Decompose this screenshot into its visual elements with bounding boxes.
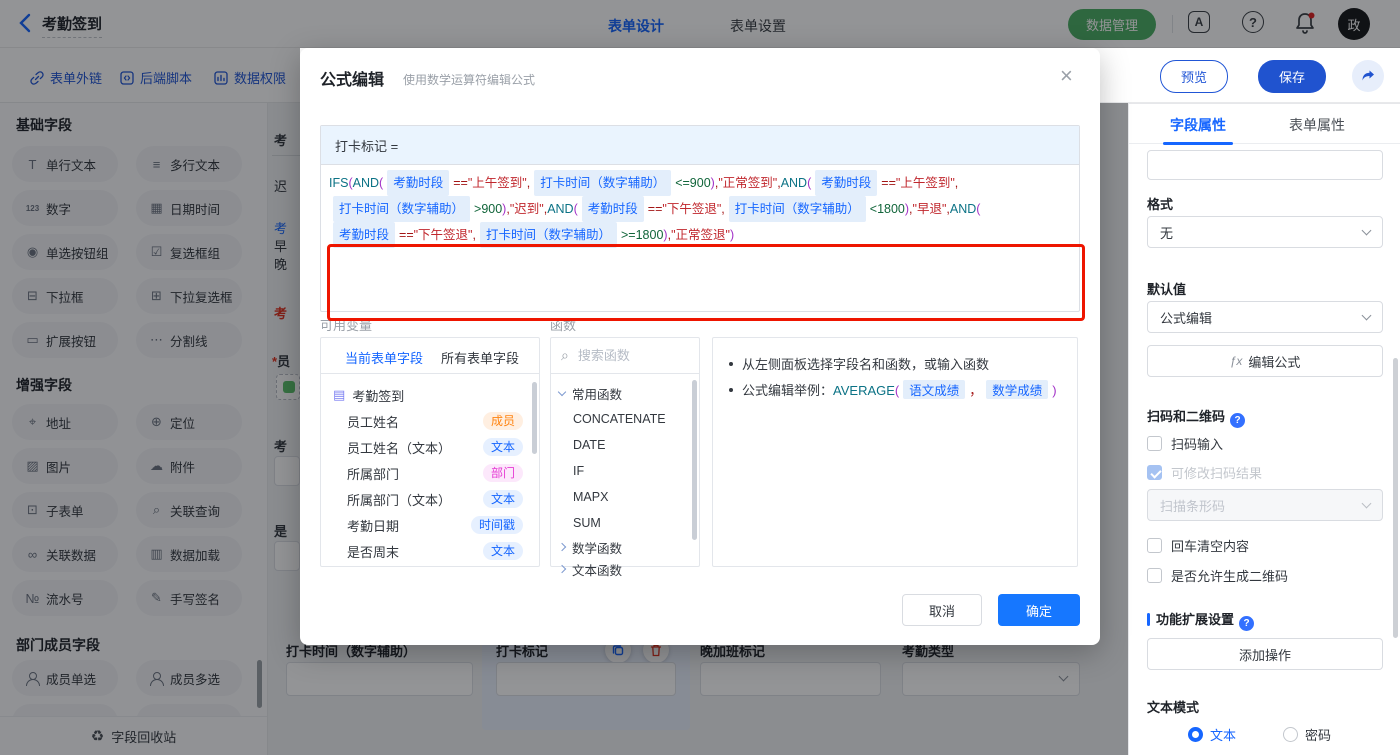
field-type-tag: 文本 — [482, 438, 523, 456]
cancel-button[interactable]: 取消 — [902, 594, 982, 626]
tab-field-props[interactable]: 字段属性 — [1170, 115, 1226, 135]
tab-form-props[interactable]: 表单属性 — [1289, 115, 1345, 135]
share-button[interactable] — [1352, 60, 1384, 92]
scan-section-title: 扫码和二维码? — [1147, 406, 1246, 428]
confirm-button[interactable]: 确定 — [998, 594, 1080, 626]
preview-button[interactable]: 预览 — [1160, 60, 1229, 93]
checkbox-unchecked[interactable] — [1147, 538, 1162, 553]
modal-title: 公式编辑 — [320, 72, 385, 89]
variables-scrollbar[interactable] — [532, 382, 537, 454]
field-type-tag: 时间戳 — [470, 516, 523, 534]
chevron-down-icon — [557, 387, 567, 397]
tab-current-form-fields[interactable]: 当前表单字段 — [345, 348, 423, 367]
radio-text-mode[interactable]: 文本 — [1188, 725, 1236, 744]
share-arrow-icon — [1362, 70, 1374, 81]
props-input-partial[interactable] — [1147, 150, 1383, 180]
fx-icon: ƒx — [1229, 354, 1243, 368]
checkbox-scan-input[interactable]: 扫码输入 — [1147, 434, 1223, 453]
formula-code[interactable]: IFS(AND(考勤时段 =="上午签到", 打卡时间（数字辅助） <=900),"正… — [329, 170, 1071, 248]
variables-panel: 当前表单字段 所有表单字段 ▤ 考勤签到 员工姓名 成员 员工姓名（文本） 文本 所属… — [320, 337, 540, 567]
form-doc-icon: ▤ — [333, 387, 346, 402]
hint-panel: 从左侧面板选择字段名和函数，或输入函数 公式编辑举例：AVERAGE(语文成绩，… — [712, 337, 1078, 567]
tab-all-form-fields[interactable]: 所有表单字段 — [441, 348, 519, 367]
text-mode-label: 文本模式 — [1147, 700, 1200, 715]
help-circle-icon[interactable]: ? — [1230, 413, 1246, 428]
checkbox-allow-qr[interactable]: 是否允许生成二维码 — [1147, 566, 1288, 585]
variable-item[interactable]: 是否周末 文本 — [321, 538, 539, 564]
field-type-tag: 成员 — [482, 412, 523, 430]
radio-password-mode[interactable]: 密码 — [1283, 725, 1331, 744]
radio-unselected[interactable] — [1283, 727, 1298, 742]
hint-line-1: 从左侧面板选择字段名和函数，或输入函数 — [729, 354, 989, 373]
checkbox-checked-disabled[interactable] — [1147, 465, 1162, 480]
extension-section-title: 功能扩展设置? — [1147, 609, 1255, 631]
function-item[interactable]: SUM — [551, 510, 699, 536]
field-type-tag: 文本 — [482, 490, 523, 508]
variable-item[interactable]: 员工姓名 成员 — [321, 408, 539, 434]
add-action-button[interactable]: 添加操作 — [1147, 638, 1383, 670]
field-type-tag: 部门 — [482, 464, 523, 482]
field-type-tag: 文本 — [482, 542, 523, 560]
app-root: 考勤签到 表单设计 表单设置 数据管理 A ? 政 表单外链 后端脚本 数据权限… — [0, 0, 1400, 755]
search-icon: ⌕ — [561, 347, 569, 363]
chevron-right-icon — [557, 542, 567, 552]
formula-editor-modal: 公式编辑 使用数学运算符编辑公式 × 打卡标记 = IFS(AND(考勤时段 ==… — [300, 48, 1100, 645]
chevron-right-icon — [557, 564, 567, 574]
default-value-select[interactable]: 公式编辑 — [1147, 301, 1383, 333]
function-item[interactable]: CONCATENATE — [551, 406, 699, 432]
variable-item[interactable]: 员工姓名（文本） 文本 — [321, 434, 539, 460]
variable-tree-root[interactable]: ▤ 考勤签到 — [321, 382, 539, 408]
format-select[interactable]: 无 — [1147, 216, 1383, 248]
function-search-input[interactable] — [575, 347, 676, 364]
variable-item[interactable]: 所属部门 部门 — [321, 460, 539, 486]
radio-selected[interactable] — [1188, 727, 1203, 742]
function-search: ⌕ — [551, 338, 699, 374]
active-tab-underline — [1163, 142, 1233, 145]
props-scrollbar[interactable] — [1393, 358, 1398, 638]
checkbox-unchecked[interactable] — [1147, 568, 1162, 583]
modal-subtitle: 使用数学运算符编辑公式 — [403, 73, 536, 87]
format-label: 格式 — [1147, 197, 1174, 212]
default-value-label: 默认值 — [1147, 282, 1187, 297]
help-circle-icon[interactable]: ? — [1239, 616, 1255, 631]
modal-overlay-toolbar — [0, 48, 300, 103]
function-group-common[interactable]: 常用函数 — [551, 380, 699, 406]
hint-line-2: 公式编辑举例：AVERAGE(语文成绩，数学成绩) — [729, 380, 1057, 399]
properties-panel: 字段属性 表单属性 格式 无 默认值 公式编辑 ƒx 编辑公式 扫码和二维码? 扫… — [1128, 103, 1400, 755]
formula-highlight-box — [327, 244, 1085, 321]
formula-target: 打卡标记 = — [321, 126, 1079, 165]
props-tabbar: 字段属性 表单属性 — [1129, 104, 1400, 145]
save-button[interactable]: 保存 — [1258, 60, 1327, 93]
modal-overlay-top — [0, 0, 1400, 48]
functions-panel: ⌕ 常用函数 CONCATENATE DATE IF MAPX SUM 数学函数… — [550, 337, 700, 578]
variable-item[interactable]: 所属部门（文本） 文本 — [321, 486, 539, 512]
close-icon[interactable]: × — [1060, 65, 1073, 87]
section-accent-bar — [1147, 613, 1150, 626]
variable-item[interactable]: 考勤日期 时间戳 — [321, 512, 539, 538]
scan-type-select: 扫描条形码 — [1147, 489, 1383, 521]
checkbox-unchecked[interactable] — [1147, 436, 1162, 451]
function-group-text[interactable]: 文本函数 — [551, 556, 699, 582]
checkbox-modify-scan[interactable]: 可修改扫码结果 — [1147, 463, 1262, 482]
formula-editor-box: 打卡标记 = IFS(AND(考勤时段 =="上午签到", 打卡时间（数字辅助） <=… — [320, 125, 1085, 321]
function-item[interactable]: DATE — [551, 432, 699, 458]
function-item[interactable]: MAPX — [551, 484, 699, 510]
functions-scrollbar[interactable] — [692, 380, 697, 540]
edit-formula-button[interactable]: ƒx 编辑公式 — [1147, 345, 1383, 377]
function-item[interactable]: IF — [551, 458, 699, 484]
functions-label: 函数 — [550, 318, 577, 333]
variables-label: 可用变量 — [320, 318, 373, 333]
variables-tabbar: 当前表单字段 所有表单字段 — [321, 338, 539, 374]
checkbox-enter-clear[interactable]: 回车清空内容 — [1147, 536, 1249, 555]
